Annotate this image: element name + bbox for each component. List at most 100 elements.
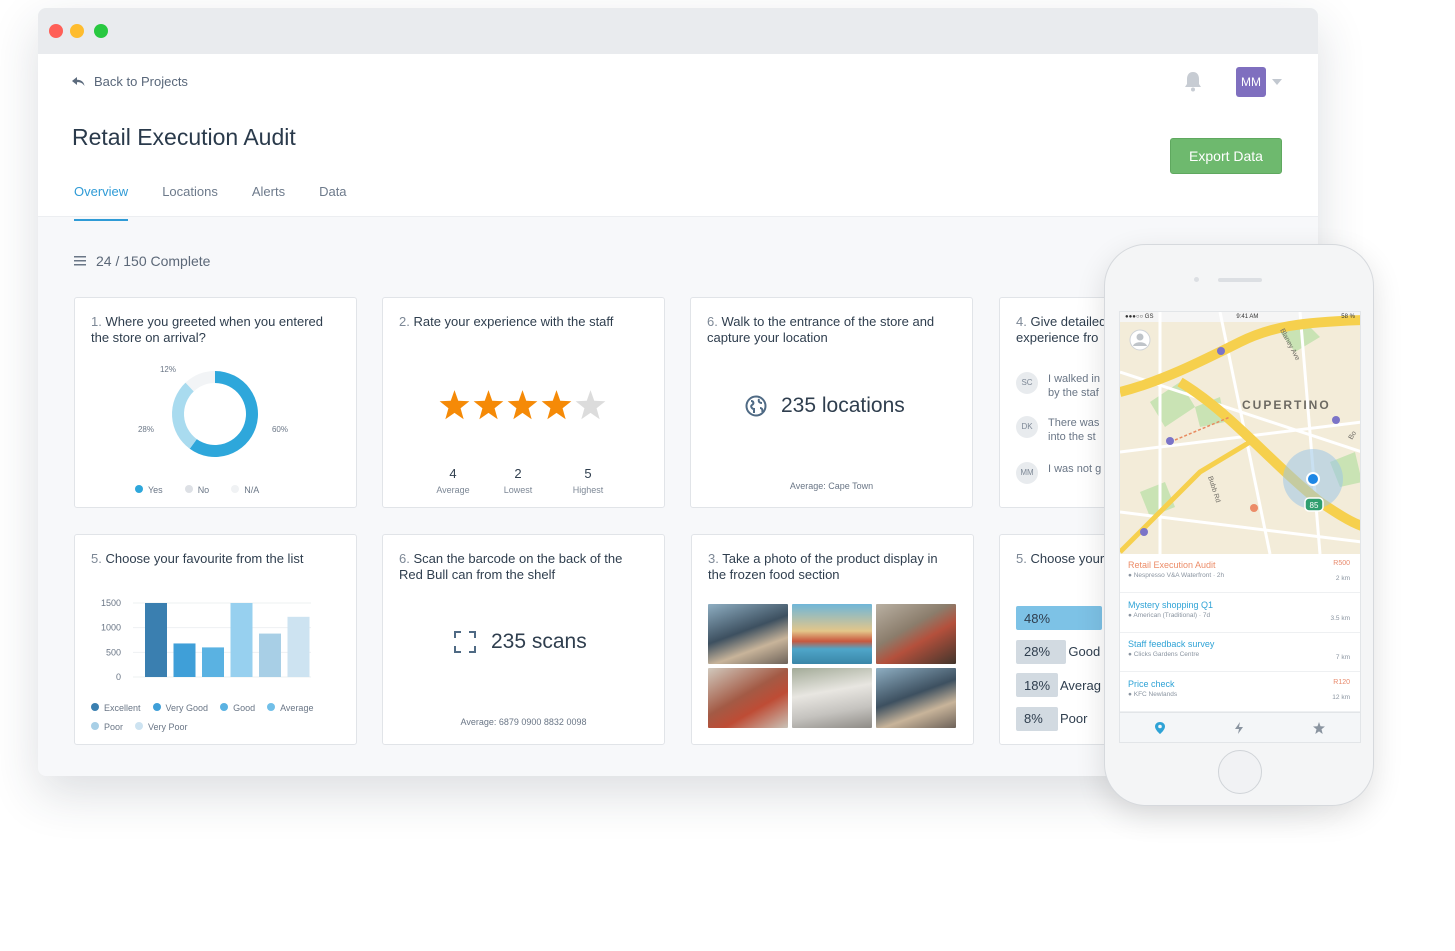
back-to-projects-link[interactable]: Back to Projects (72, 74, 188, 89)
home-button[interactable] (1218, 750, 1262, 794)
locations-value: 235 locations (781, 394, 905, 417)
export-data-button[interactable]: Export Data (1170, 138, 1282, 174)
battery: 58 % (1341, 314, 1355, 320)
scans-total: 235 scans (453, 630, 587, 654)
tab-bar: Overview Locations Alerts Data (74, 184, 381, 221)
job-list-item[interactable]: Staff feedback survey ● Clicks Gardens Ce… (1120, 633, 1360, 672)
job-location: ● American (Traditional) · 7d (1128, 611, 1211, 619)
bar-poor (259, 633, 281, 677)
lightning-icon[interactable] (1234, 721, 1244, 734)
job-list-item[interactable]: Mystery shopping Q1 ● American (Tradition… (1120, 594, 1360, 633)
job-distance: 12 km (1332, 693, 1350, 701)
response-item: SC I walked in by the staf (1016, 372, 1104, 400)
minimize-window-button[interactable] (70, 24, 84, 38)
current-location-marker[interactable] (1306, 472, 1320, 486)
photo-thumbnail[interactable] (708, 604, 788, 664)
legend-no: No (197, 485, 210, 495)
job-list-item[interactable]: Price check ● KFC Newlands R120 12 km (1120, 673, 1360, 712)
chevron-down-icon[interactable] (1272, 79, 1282, 85)
question-text: 4. Give detailed experience fro (1016, 314, 1116, 346)
back-label: Back to Projects (94, 74, 188, 89)
question-number: 4. (1016, 314, 1027, 329)
job-location: ● KFC Newlands (1128, 690, 1178, 698)
card-greeted[interactable]: 1. Where you greeted when you entered th… (74, 297, 357, 508)
choice-label: Averag (1060, 677, 1101, 693)
stat-lowest: 2 Lowest (493, 466, 543, 495)
locations-footer: Average: Cape Town (789, 481, 874, 491)
globe-icon (745, 395, 767, 417)
tab-overview[interactable]: Overview (74, 184, 129, 221)
card-scan-barcode[interactable]: 6. Scan the barcode on the back of the R… (382, 534, 665, 745)
map-pin[interactable] (1166, 437, 1174, 445)
tab-locations[interactable]: Locations (162, 184, 218, 221)
close-window-button[interactable] (49, 24, 63, 38)
choice-percent: 18% (1024, 677, 1051, 693)
photo-thumbnail[interactable] (876, 604, 956, 664)
job-list-item[interactable]: Retail Execution Audit ● Nespresso V&A Wa… (1120, 554, 1360, 593)
y-tick-label: 0 (116, 672, 121, 682)
question-label: Walk to the entrance of the store and ca… (707, 314, 935, 345)
photo-thumbnail[interactable] (792, 604, 872, 664)
star-filled-icon (507, 390, 538, 420)
response-item: MM I was not g (1016, 462, 1101, 484)
tab-data[interactable]: Data (319, 184, 346, 221)
back-arrow-icon (72, 76, 85, 86)
scans-value: 235 scans (491, 630, 587, 653)
map-pin[interactable] (1217, 347, 1225, 355)
tab-alerts[interactable]: Alerts (252, 184, 285, 221)
phone-status-bar: ●●●○○ GS 9:41 AM 58 % (1120, 312, 1360, 322)
card-favourite[interactable]: 5. Choose your favourite from the list 1… (74, 534, 357, 745)
job-title: Staff feedback survey (1128, 639, 1215, 649)
question-number: 5. (91, 551, 102, 566)
job-title: Price check (1128, 678, 1175, 689)
question-text: 5. Choose your favourite from the list (91, 551, 340, 567)
map-pin-icon[interactable] (1154, 721, 1165, 734)
legend-very-good: Very Good (152, 703, 208, 713)
map-view[interactable]: CUPERTINO Blaney Ave Bubb Rd Bo 85 (1120, 312, 1361, 554)
stat-value: 4 (449, 466, 457, 481)
legend-label: Average (280, 703, 314, 713)
stat-label: Lowest (503, 485, 533, 495)
stat-label: Highest (572, 485, 604, 495)
star-filled-icon (541, 390, 572, 420)
bell-icon[interactable] (1182, 70, 1204, 94)
card-walk-location[interactable]: 6. Walk to the entrance of the store and… (690, 297, 973, 508)
photo-thumbnail[interactable] (708, 668, 788, 728)
y-tick-label: 500 (106, 647, 121, 657)
question-text: 6. Walk to the entrance of the store and… (707, 314, 956, 346)
photo-thumbnail[interactable] (876, 668, 956, 728)
question-number: 1. (91, 314, 102, 329)
y-tick-label: 1500 (101, 598, 121, 608)
question-label: Scan the barcode on the back of the Red … (399, 551, 623, 582)
map-pin[interactable] (1140, 528, 1148, 536)
legend-very-poor: Very Poor (135, 722, 188, 732)
question-text: 3. Take a photo of the product display i… (708, 551, 957, 583)
donut-label-no: 28% (138, 425, 154, 434)
choice-label: Good (1068, 644, 1101, 659)
photo-thumbnail[interactable] (792, 668, 872, 728)
star-filled-icon (473, 390, 504, 420)
map-pin-highlight[interactable] (1250, 504, 1258, 512)
phone-camera (1194, 277, 1199, 282)
job-location: ● Nespresso V&A Waterfront · 2h (1128, 572, 1225, 579)
star-icon[interactable] (1313, 721, 1326, 734)
stat-label: Average (436, 485, 470, 495)
card-rate-staff[interactable]: 2. Rate your experience with the staff 4… (382, 297, 665, 508)
question-label: Where you greeted when you entered the s… (91, 314, 323, 345)
map-pin[interactable] (1332, 416, 1340, 424)
user-avatar[interactable]: MM (1236, 67, 1266, 97)
bar-excellent (145, 603, 167, 677)
job-distance: 2 km (1335, 575, 1350, 582)
menu-icon[interactable] (74, 256, 86, 266)
phone-speaker (1218, 278, 1262, 282)
question-label: Choose your favourite from the list (105, 551, 304, 566)
response-avatar: MM (1016, 462, 1038, 484)
bar-very-poor (287, 616, 310, 677)
question-number: 5. (1016, 551, 1027, 566)
card-photo[interactable]: 3. Take a photo of the product display i… (691, 534, 974, 745)
donut-slice-no (172, 382, 197, 449)
zoom-window-button[interactable] (94, 24, 108, 38)
legend-na: N/A (244, 485, 260, 495)
legend-excellent: Excellent (91, 703, 141, 713)
stat-value: 5 (584, 466, 592, 481)
